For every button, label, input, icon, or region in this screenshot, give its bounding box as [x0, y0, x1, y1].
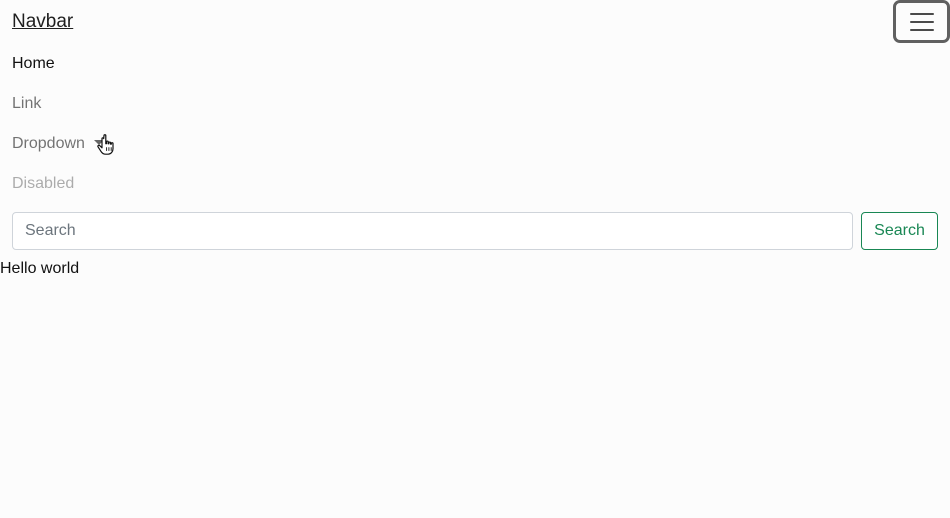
navbar-toggler-button[interactable]: [893, 0, 950, 43]
navbar-header: Navbar: [12, 0, 950, 44]
nav-link-dropdown-label: Dropdown: [12, 135, 85, 152]
hamburger-icon: [909, 12, 934, 31]
nav-link-home[interactable]: Home: [12, 55, 55, 72]
hand-pointer-icon: [97, 134, 114, 155]
nav-item-link: Link: [12, 84, 938, 124]
navbar-brand[interactable]: Navbar: [12, 10, 73, 34]
nav-link-disabled: Disabled: [12, 175, 75, 192]
search-form: Search: [12, 212, 938, 250]
navbar: Navbar Home Link Dropdown Disabled Searc…: [0, 0, 950, 250]
content-text: Hello world: [0, 260, 80, 277]
nav-list: Home Link Dropdown Disabled: [12, 44, 938, 204]
search-input[interactable]: [12, 212, 853, 250]
nav-item-disabled: Disabled: [12, 164, 938, 204]
nav-item-home: Home: [12, 44, 938, 84]
nav-item-dropdown: Dropdown: [12, 124, 938, 164]
search-button[interactable]: Search: [861, 212, 938, 250]
page: Navbar Home Link Dropdown Disabled Searc…: [0, 0, 950, 518]
nav-link-link[interactable]: Link: [12, 95, 41, 112]
nav-link-dropdown[interactable]: Dropdown: [12, 135, 104, 152]
